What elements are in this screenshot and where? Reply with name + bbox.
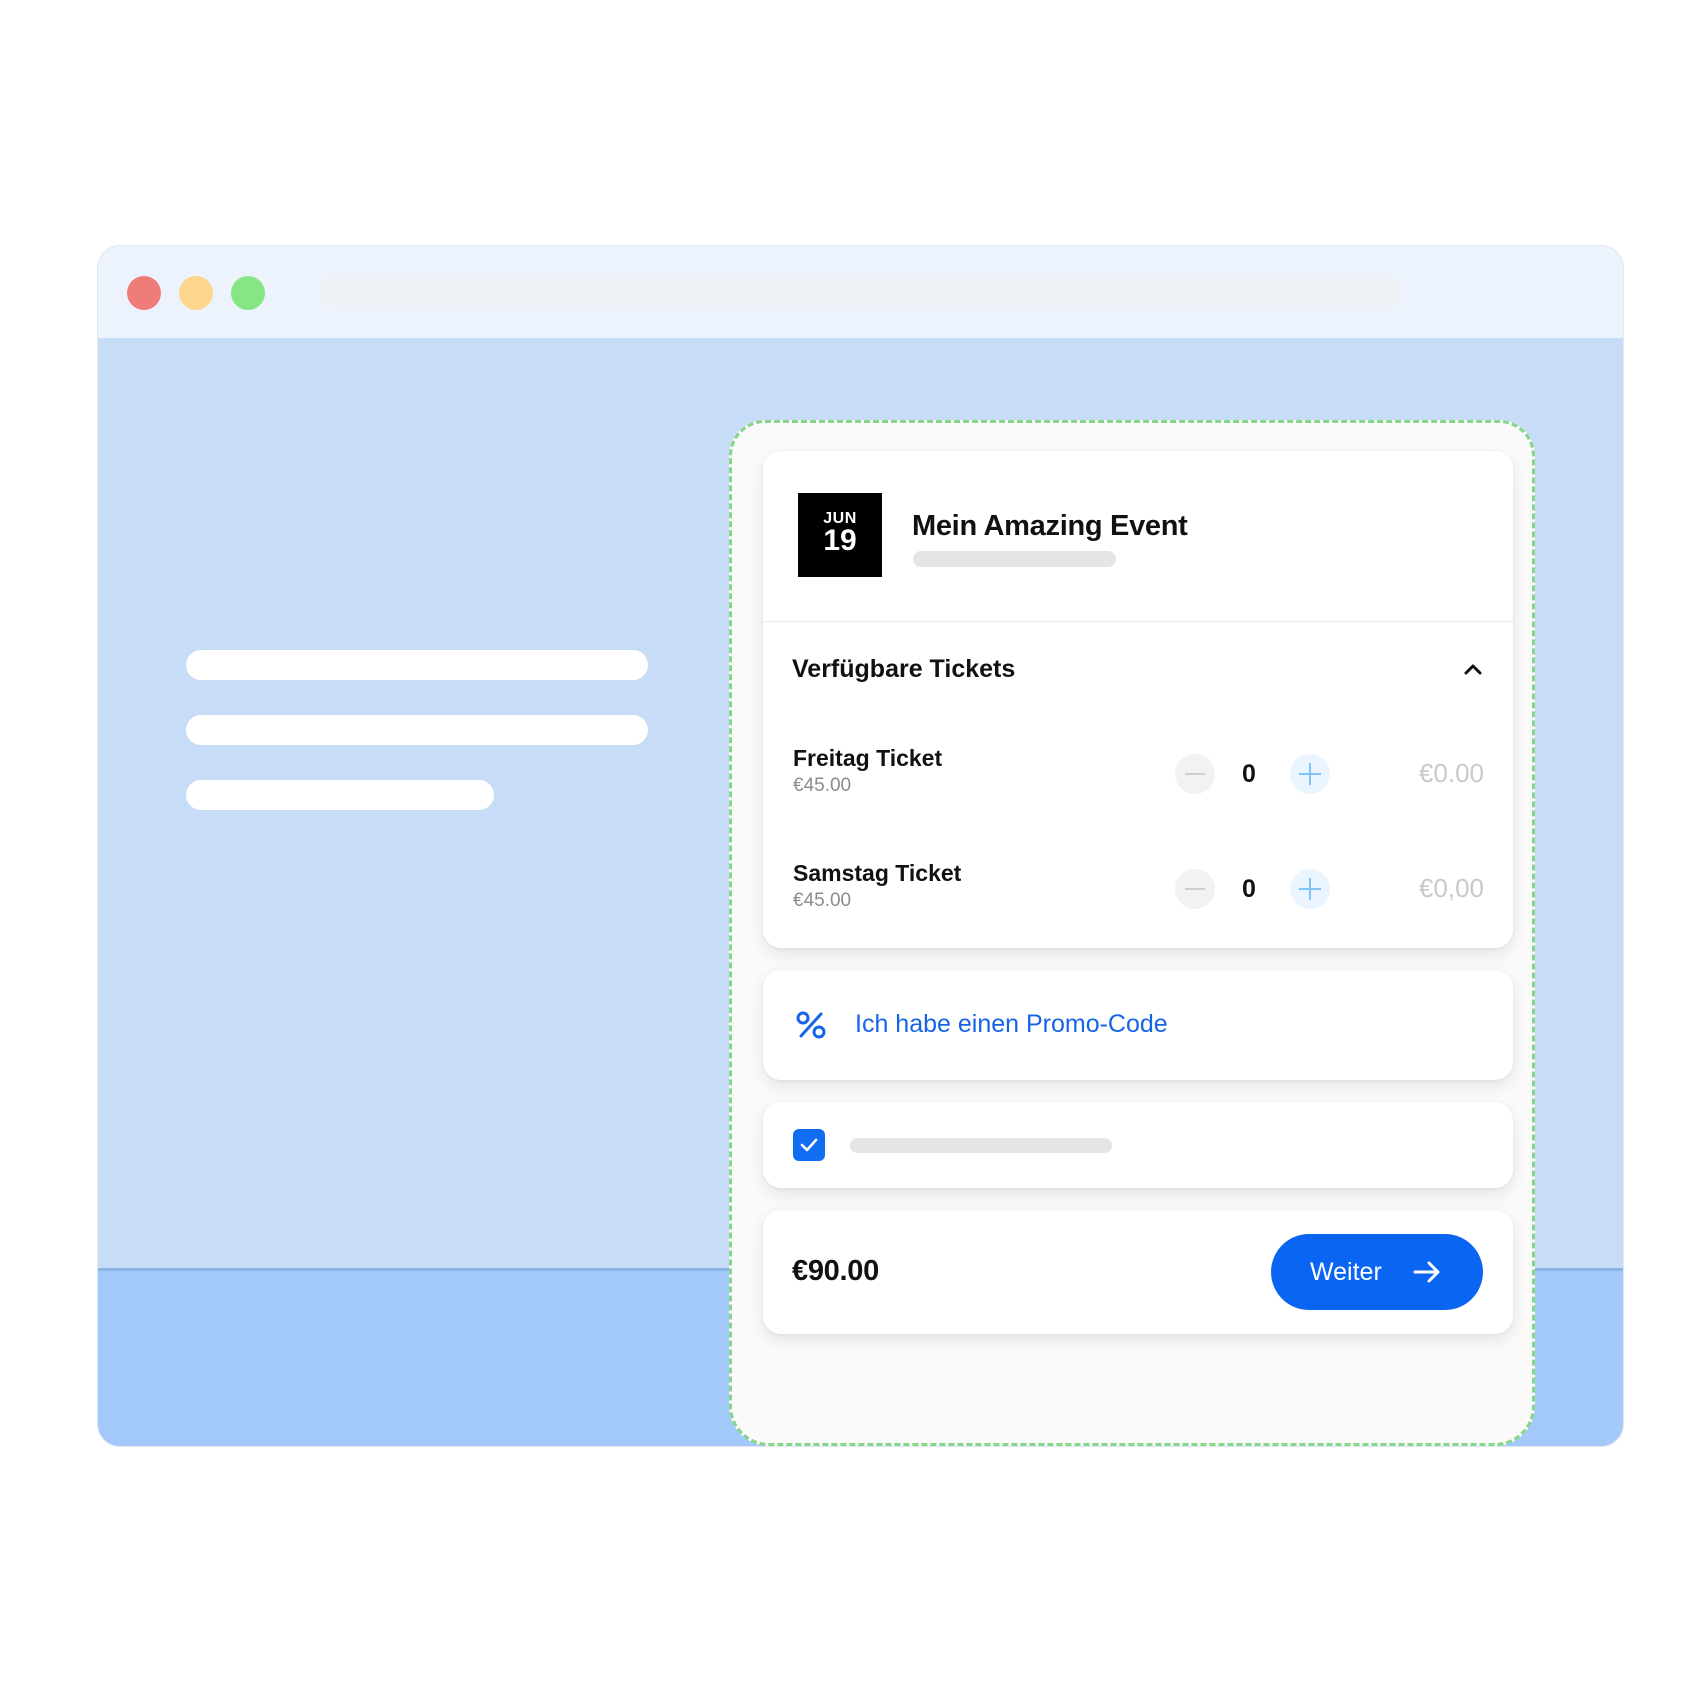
content-placeholder-line (186, 780, 494, 810)
event-subtitle-placeholder (913, 551, 1116, 567)
continue-button[interactable]: Weiter (1271, 1234, 1483, 1310)
decrement-quantity-button[interactable] (1175, 869, 1215, 909)
content-placeholder-line (186, 715, 648, 745)
window-maximize-dot[interactable] (231, 276, 265, 310)
window-minimize-dot[interactable] (179, 276, 213, 310)
order-total: €90.00 (792, 1255, 879, 1287)
percent-icon (796, 1011, 826, 1039)
ticket-name: Samstag Ticket (793, 860, 962, 886)
event-date-day: 19 (823, 524, 857, 557)
ticket-quantity: 0 (1242, 875, 1256, 903)
increment-quantity-button[interactable] (1290, 754, 1330, 794)
increment-quantity-button[interactable] (1290, 869, 1330, 909)
ticket-line-total: €0.00 (1418, 758, 1484, 788)
tickets-section-title: Verfügbare Tickets (792, 655, 1016, 683)
checkmark-icon (800, 1138, 818, 1152)
ticket-widget: JUN 19 Mein Amazing Event Verfügbare Tic… (729, 420, 1535, 1446)
chevron-up-icon[interactable] (1461, 658, 1485, 682)
ticket-row: Freitag Ticket €45.00 0 €0.00 (763, 744, 1513, 814)
consent-checkbox[interactable] (793, 1129, 825, 1161)
consent-card (763, 1102, 1513, 1188)
continue-button-label: Weiter (1310, 1258, 1382, 1286)
content-placeholder-line (186, 650, 648, 680)
event-date-badge: JUN 19 (798, 493, 882, 577)
ticket-quantity: 0 (1242, 760, 1256, 788)
ticket-unit-price: €45.00 (793, 890, 852, 911)
ticket-unit-price: €45.00 (793, 775, 852, 796)
event-ticket-card: JUN 19 Mein Amazing Event Verfügbare Tic… (763, 451, 1513, 948)
arrow-right-icon (1413, 1261, 1440, 1283)
promo-code-card[interactable]: Ich habe einen Promo-Code (763, 970, 1513, 1080)
ticket-line-total: €0,00 (1418, 873, 1484, 903)
browser-titlebar (98, 246, 1623, 338)
event-title: Mein Amazing Event (912, 510, 1188, 542)
window-close-dot[interactable] (127, 276, 161, 310)
consent-text-placeholder (850, 1138, 1112, 1153)
ticket-row: Samstag Ticket €45.00 0 €0,00 (763, 859, 1513, 929)
ticket-name: Freitag Ticket (793, 745, 943, 771)
checkout-card: €90.00 Weiter (763, 1210, 1513, 1334)
promo-code-link[interactable]: Ich habe einen Promo-Code (855, 1008, 1168, 1040)
decrement-quantity-button[interactable] (1175, 754, 1215, 794)
address-bar[interactable] (320, 274, 1402, 310)
card-divider (763, 621, 1513, 622)
